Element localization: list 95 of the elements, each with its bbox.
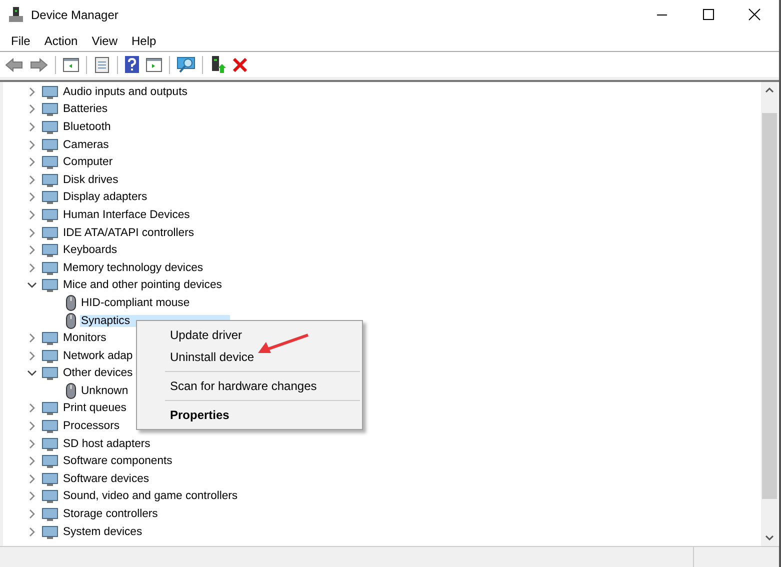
arrow-annotation	[258, 333, 310, 355]
tree-item[interactable]: Sound, video and game controllers	[62, 490, 239, 502]
tree-item[interactable]: System devices	[62, 526, 144, 538]
device-icon	[42, 348, 58, 363]
expand-chevron-icon[interactable]	[27, 122, 37, 132]
menu-item[interactable]: Action	[37, 34, 85, 48]
tree-item[interactable]: Disk drives	[62, 174, 120, 186]
tree-item[interactable]: Audio inputs and outputs	[62, 86, 188, 98]
expand-chevron-icon[interactable]	[27, 350, 37, 361]
tree-item[interactable]: Human Interface Devices	[62, 208, 191, 221]
expand-chevron-icon[interactable]	[27, 157, 37, 168]
tree-item[interactable]: Unknown	[80, 384, 130, 397]
tree-item[interactable]: Keyboards	[62, 244, 118, 256]
tree-item[interactable]: Computer	[62, 156, 114, 168]
expand-chevron-icon[interactable]	[27, 491, 37, 502]
tree-item[interactable]: Mice and other pointing devices	[62, 279, 223, 292]
device-icon	[42, 243, 58, 258]
device-icon	[42, 454, 58, 468]
tree-item[interactable]: Network adap	[62, 350, 134, 362]
mouse-icon	[66, 382, 76, 399]
expand-chevron-icon[interactable]	[27, 262, 37, 273]
tree-item[interactable]: Display adapters	[62, 191, 148, 204]
device-icon	[42, 120, 58, 134]
window-title: Device Manager	[31, 8, 120, 22]
tree-item[interactable]: Software components	[62, 455, 174, 468]
back-icon[interactable]	[5, 58, 23, 72]
device-icon	[42, 489, 58, 504]
tree-item[interactable]: Software devices	[62, 472, 150, 485]
expand-chevron-icon[interactable]	[27, 333, 37, 344]
collapse-chevron-icon[interactable]	[27, 368, 37, 378]
expand-chevron-icon[interactable]	[27, 245, 37, 256]
device-add-icon[interactable]	[210, 56, 226, 73]
context-menu-item[interactable]: Uninstall device	[137, 346, 362, 368]
device-icon	[42, 260, 58, 275]
expand-chevron-icon[interactable]	[27, 438, 37, 449]
device-icon	[42, 507, 58, 522]
menu-item[interactable]: View	[84, 34, 124, 48]
mouse-icon	[66, 312, 76, 329]
expand-chevron-icon[interactable]	[27, 526, 37, 537]
delete-icon[interactable]	[233, 58, 247, 72]
expand-chevron-icon[interactable]	[27, 403, 37, 414]
context-menu-item[interactable]: Scan for hardware changes	[137, 375, 362, 397]
device-icon	[42, 138, 58, 152]
device-icon	[42, 524, 58, 539]
device-icon	[42, 226, 58, 240]
device-icon	[42, 84, 58, 99]
expand-chevron-icon[interactable]	[27, 509, 37, 520]
tree-item[interactable]: Batteries	[62, 103, 109, 116]
device-icon	[42, 472, 58, 486]
expand-chevron-icon[interactable]	[27, 104, 37, 114]
tree-item[interactable]: Processors	[62, 420, 121, 432]
context-menu-item[interactable]: Update driver	[137, 324, 362, 346]
device-icon	[42, 436, 58, 451]
expand-chevron-icon[interactable]	[27, 174, 37, 185]
tree-item[interactable]: Memory technology devices	[62, 262, 204, 274]
context-menu-item[interactable]: Properties	[137, 404, 362, 426]
scrollbar-thumb[interactable]	[762, 113, 777, 499]
expand-chevron-icon[interactable]	[27, 192, 37, 202]
expand-chevron-icon[interactable]	[27, 140, 37, 150]
expand-chevron-icon[interactable]	[27, 86, 37, 97]
properties-icon[interactable]	[94, 56, 110, 72]
tree-item[interactable]: Bluetooth	[62, 120, 112, 133]
panel-icon[interactable]	[146, 58, 162, 72]
expand-chevron-icon[interactable]	[27, 456, 37, 466]
monitor-search-icon[interactable]	[177, 56, 195, 72]
device-icon	[42, 331, 58, 346]
tree-item[interactable]: Storage controllers	[62, 508, 159, 520]
mouse-icon	[66, 294, 76, 311]
device-icon	[42, 401, 58, 416]
panel-icon[interactable]	[63, 58, 79, 72]
menu-item[interactable]: File	[4, 34, 38, 48]
help-icon[interactable]	[125, 56, 139, 73]
tree-item[interactable]: SD host adapters	[62, 438, 152, 450]
menu-item[interactable]: Help	[124, 34, 164, 48]
expand-chevron-icon[interactable]	[27, 210, 37, 220]
device-icon	[42, 366, 58, 380]
device-icon	[42, 278, 58, 292]
tree-item[interactable]: Other devices	[62, 367, 134, 380]
expand-chevron-icon[interactable]	[27, 421, 37, 432]
device-icon	[42, 208, 58, 222]
expand-chevron-icon[interactable]	[27, 474, 37, 484]
tree-item[interactable]: HID-compliant mouse	[80, 296, 191, 309]
forward-icon[interactable]	[30, 58, 48, 72]
device-icon	[42, 419, 58, 434]
device-icon	[42, 155, 58, 170]
device-icon	[42, 190, 58, 204]
app-icon	[9, 7, 23, 23]
expand-chevron-icon[interactable]	[27, 228, 37, 238]
device-icon	[42, 102, 58, 116]
device-icon	[42, 172, 58, 187]
tree-item[interactable]: Monitors	[62, 332, 108, 344]
tree-item[interactable]: Print queues	[62, 402, 128, 414]
tree-item[interactable]: IDE ATA/ATAPI controllers	[62, 226, 195, 239]
tree-item[interactable]: Cameras	[62, 138, 110, 151]
collapse-chevron-icon[interactable]	[27, 280, 37, 290]
